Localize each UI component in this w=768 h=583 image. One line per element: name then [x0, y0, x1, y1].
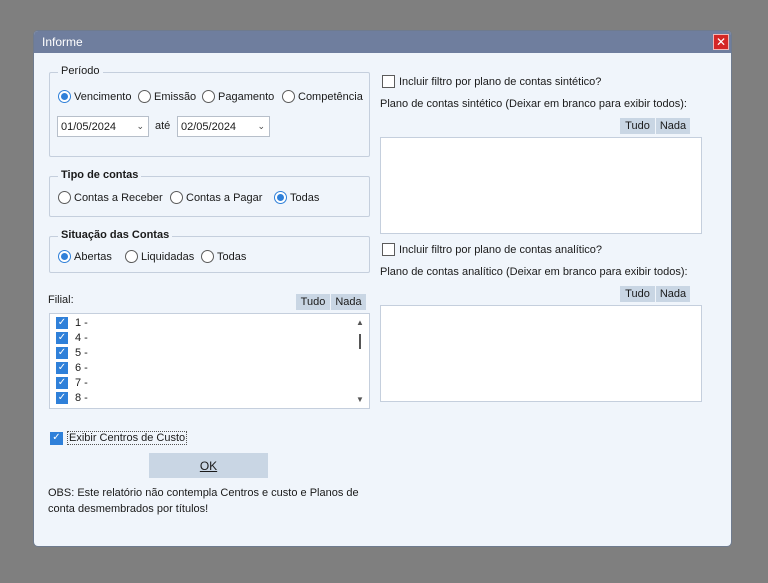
list-item[interactable]: ✓ 6 -: [56, 362, 88, 374]
analitico-check-label: Incluir filtro por plano de contas analí…: [399, 243, 603, 256]
checkbox-checked-icon[interactable]: ✓: [56, 332, 68, 344]
radio-label: Todas: [217, 250, 247, 263]
date-to-combo[interactable]: 02/05/2024 ⌄: [177, 116, 270, 137]
radio-dot: [58, 250, 71, 263]
radio-contas-pagar[interactable]: Contas a Pagar: [170, 191, 262, 204]
filial-nada-button[interactable]: Nada: [331, 294, 366, 310]
radio-label: Competência: [298, 90, 363, 103]
window-title: Informe: [42, 35, 83, 49]
date-to-value: 02/05/2024: [181, 120, 237, 133]
radio-dot: [282, 90, 295, 103]
checkbox-icon: [382, 243, 395, 256]
radio-label: Todas: [290, 191, 320, 204]
chevron-down-icon: ⌄: [136, 121, 144, 131]
situacao-group: Situação das Contas Abertas Liquidadas T…: [49, 229, 370, 273]
checkbox-icon: [382, 75, 395, 88]
radio-competencia[interactable]: Competência: [282, 90, 363, 103]
periodo-legend: Período: [58, 65, 103, 77]
centros-checkbox[interactable]: ✓ Exibir Centros de Custo: [50, 431, 188, 445]
checkbox-checked-icon[interactable]: ✓: [56, 317, 68, 329]
obs-note: OBS: Este relatório não contempla Centro…: [48, 485, 359, 517]
scroll-up-icon[interactable]: ▲: [356, 318, 364, 327]
list-item-label: 5 -: [75, 347, 88, 359]
checkbox-checked-icon[interactable]: ✓: [56, 362, 68, 374]
radio-liquidadas[interactable]: Liquidadas: [125, 250, 194, 263]
sintetico-desc: Plano de contas sintético (Deixar em bra…: [380, 98, 687, 110]
radio-contas-receber[interactable]: Contas a Receber: [58, 191, 163, 204]
radio-dot: [202, 90, 215, 103]
tipo-contas-group: Tipo de contas Contas a Receber Contas a…: [49, 169, 370, 217]
radio-pagamento[interactable]: Pagamento: [202, 90, 274, 103]
date-from-combo[interactable]: 01/05/2024 ⌄: [57, 116, 149, 137]
radio-dot: [170, 191, 183, 204]
radio-abertas[interactable]: Abertas: [58, 250, 112, 263]
obs-line: conta desmembrados por títulos!: [48, 503, 209, 515]
checkbox-checked-icon: ✓: [50, 431, 63, 445]
obs-line: OBS: Este relatório não contempla Centro…: [48, 487, 359, 499]
tipo-contas-legend: Tipo de contas: [58, 169, 142, 181]
analitico-desc: Plano de contas analítico (Deixar em bra…: [380, 266, 688, 278]
radio-label: Vencimento: [74, 90, 132, 103]
list-item-label: 8 -: [75, 392, 88, 404]
informe-dialog: Informe ✕ Período Vencimento Emissão Pag…: [34, 31, 731, 546]
close-icon[interactable]: ✕: [713, 34, 729, 50]
list-item-label: 4 -: [75, 332, 88, 344]
checkbox-checked-icon[interactable]: ✓: [56, 392, 68, 404]
radio-dot: [201, 250, 214, 263]
sintetico-checkbox[interactable]: Incluir filtro por plano de contas sinté…: [382, 75, 601, 88]
checkbox-checked-icon[interactable]: ✓: [56, 347, 68, 359]
list-item[interactable]: ✓ 5 -: [56, 347, 88, 359]
radio-tipo-todas[interactable]: Todas: [274, 191, 319, 204]
checkbox-checked-icon[interactable]: ✓: [56, 377, 68, 389]
radio-vencimento[interactable]: Vencimento: [58, 90, 131, 103]
radio-label: Emissão: [154, 90, 197, 103]
radio-dot: [274, 191, 287, 204]
scroll-thumb[interactable]: [359, 334, 361, 349]
sintetico-check-label: Incluir filtro por plano de contas sinté…: [399, 75, 602, 88]
date-from-value: 01/05/2024: [61, 120, 117, 133]
list-item-label: 1 -: [75, 317, 88, 329]
periodo-group: Período Vencimento Emissão Pagamento Com…: [49, 65, 370, 157]
radio-situacao-todas[interactable]: Todas: [201, 250, 246, 263]
ok-button[interactable]: OK: [149, 453, 268, 478]
analitico-list[interactable]: [380, 305, 702, 402]
filial-tudo-button[interactable]: Tudo: [296, 294, 330, 310]
date-separator: até: [155, 120, 171, 132]
sintetico-nada-button[interactable]: Nada: [656, 118, 690, 134]
filial-list[interactable]: ✓ 1 - ✓ 4 - ✓ 5 - ✓ 6 - ✓ 7 - ✓ 8 - ▲ ▼: [49, 313, 370, 409]
analitico-nada-button[interactable]: Nada: [656, 286, 690, 302]
list-item-label: 6 -: [75, 362, 88, 374]
radio-label: Pagamento: [218, 90, 275, 103]
sintetico-tudo-button[interactable]: Tudo: [620, 118, 655, 134]
situacao-legend: Situação das Contas: [58, 229, 173, 241]
radio-label: Contas a Pagar: [186, 191, 263, 204]
analitico-checkbox[interactable]: Incluir filtro por plano de contas analí…: [382, 243, 602, 256]
radio-dot: [58, 90, 71, 103]
filial-label: Filial:: [48, 294, 74, 306]
scrollbar[interactable]: ▲ ▼: [353, 316, 367, 406]
titlebar: Informe ✕: [34, 31, 731, 53]
list-item[interactable]: ✓ 4 -: [56, 332, 88, 344]
radio-label: Abertas: [74, 250, 112, 263]
analitico-tudo-button[interactable]: Tudo: [620, 286, 655, 302]
radio-dot: [125, 250, 138, 263]
chevron-down-icon: ⌄: [257, 121, 265, 131]
list-item[interactable]: ✓ 8 -: [56, 392, 88, 404]
radio-label: Liquidadas: [141, 250, 195, 263]
radio-emissao[interactable]: Emissão: [138, 90, 196, 103]
radio-dot: [58, 191, 71, 204]
radio-dot: [138, 90, 151, 103]
list-item[interactable]: ✓ 1 -: [56, 317, 88, 329]
sintetico-list[interactable]: [380, 137, 702, 234]
scroll-down-icon[interactable]: ▼: [356, 395, 364, 404]
list-item[interactable]: ✓ 7 -: [56, 377, 88, 389]
list-item-label: 7 -: [75, 377, 88, 389]
radio-label: Contas a Receber: [74, 191, 163, 204]
centros-label: Exibir Centros de Custo: [67, 431, 188, 445]
